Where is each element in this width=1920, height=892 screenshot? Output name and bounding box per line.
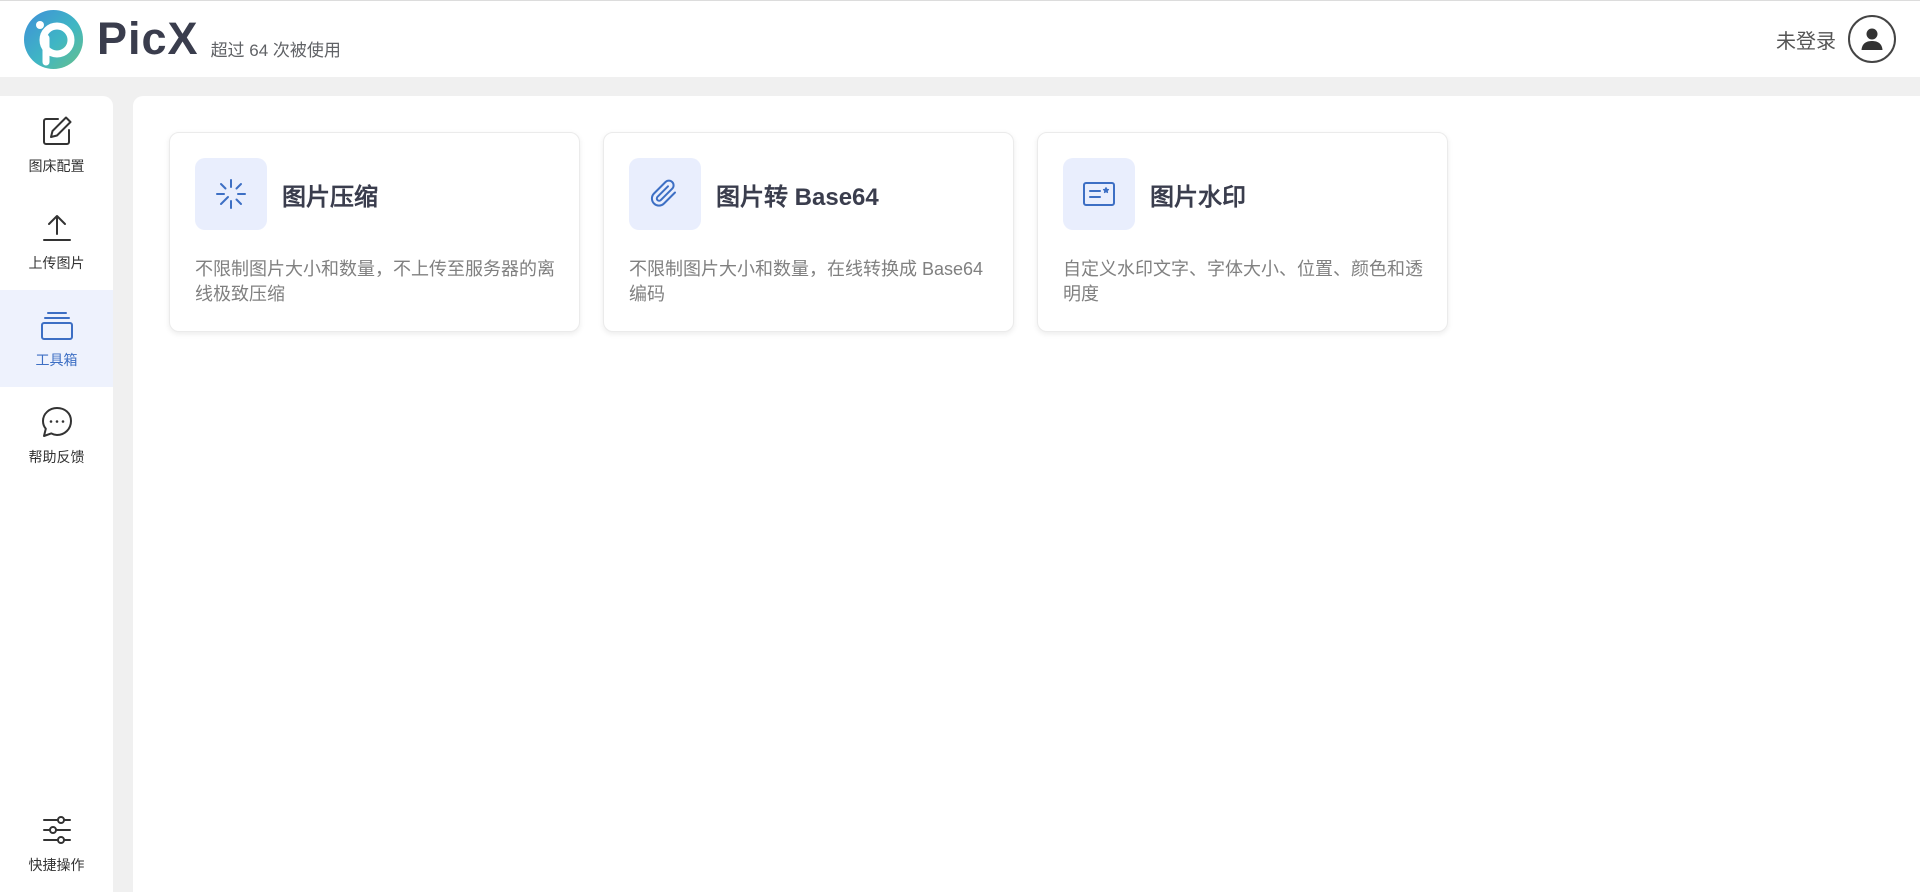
tool-card-watermark[interactable]: 图片水印 自定义水印文字、字体大小、位置、颜色和透明度 (1037, 132, 1448, 332)
card-title: 图片压缩 (282, 183, 378, 211)
sidebar-item-label: 帮助反馈 (28, 448, 85, 465)
card-title: 图片转 Base64 (716, 183, 879, 211)
user-icon (1861, 28, 1883, 50)
sidebar-item-label: 上传图片 (28, 254, 85, 271)
card-header: 图片压缩 (195, 158, 378, 230)
logo (24, 9, 83, 69)
sidebar-item-label: 图床配置 (28, 157, 85, 174)
watermark-icon (1063, 158, 1135, 230)
sidebar-item-toolbox[interactable]: 工具箱 (0, 290, 113, 387)
card-title: 图片水印 (1150, 183, 1246, 211)
card-description: 不限制图片大小和数量，不上传至服务器的离线极致压缩 (195, 259, 555, 304)
card-header: 图片水印 (1063, 158, 1246, 230)
top-header: PicX 超过 64 次被使用 未登录 (0, 0, 1920, 77)
sidebar-item-help[interactable]: 帮助反馈 (0, 387, 113, 484)
sidebar-item-shortcuts[interactable]: 快捷操作 (0, 795, 113, 892)
toolbox-icon (40, 308, 74, 342)
edit-icon (40, 114, 74, 148)
sidebar-item-upload[interactable]: 上传图片 (0, 193, 113, 290)
sidebar-item-label: 工具箱 (35, 351, 78, 368)
avatar[interactable] (1848, 15, 1896, 63)
brand-name: PicX (97, 13, 199, 64)
card-description: 不限制图片大小和数量，在线转换成 Base64 编码 (629, 259, 984, 304)
sidebar-item-picbed-config[interactable]: 图床配置 (0, 96, 113, 193)
main-content: 图片压缩 不限制图片大小和数量，不上传至服务器的离线极致压缩 图片转 Base6… (133, 96, 1920, 892)
sidebar-item-label: 快捷操作 (28, 856, 85, 873)
tool-card-base64[interactable]: 图片转 Base64 不限制图片大小和数量，在线转换成 Base64 编码 (603, 132, 1014, 332)
compress-icon (195, 158, 267, 230)
login-status[interactable]: 未登录 (1776, 25, 1836, 54)
card-description: 自定义水印文字、字体大小、位置、颜色和透明度 (1063, 259, 1423, 304)
upload-icon (40, 211, 74, 245)
card-header: 图片转 Base64 (629, 158, 879, 230)
user-area[interactable]: 未登录 (1776, 15, 1896, 63)
usage-count: 超过 64 次被使用 (210, 40, 341, 60)
chat-icon (40, 405, 74, 439)
sliders-icon (40, 813, 74, 847)
tool-card-compress[interactable]: 图片压缩 不限制图片大小和数量，不上传至服务器的离线极致压缩 (169, 132, 580, 332)
brand[interactable]: PicX 超过 64 次被使用 (24, 9, 341, 69)
paperclip-icon (629, 158, 701, 230)
sidebar: 图床配置 上传图片 工具箱 帮助反馈 快捷操作 (0, 96, 113, 892)
